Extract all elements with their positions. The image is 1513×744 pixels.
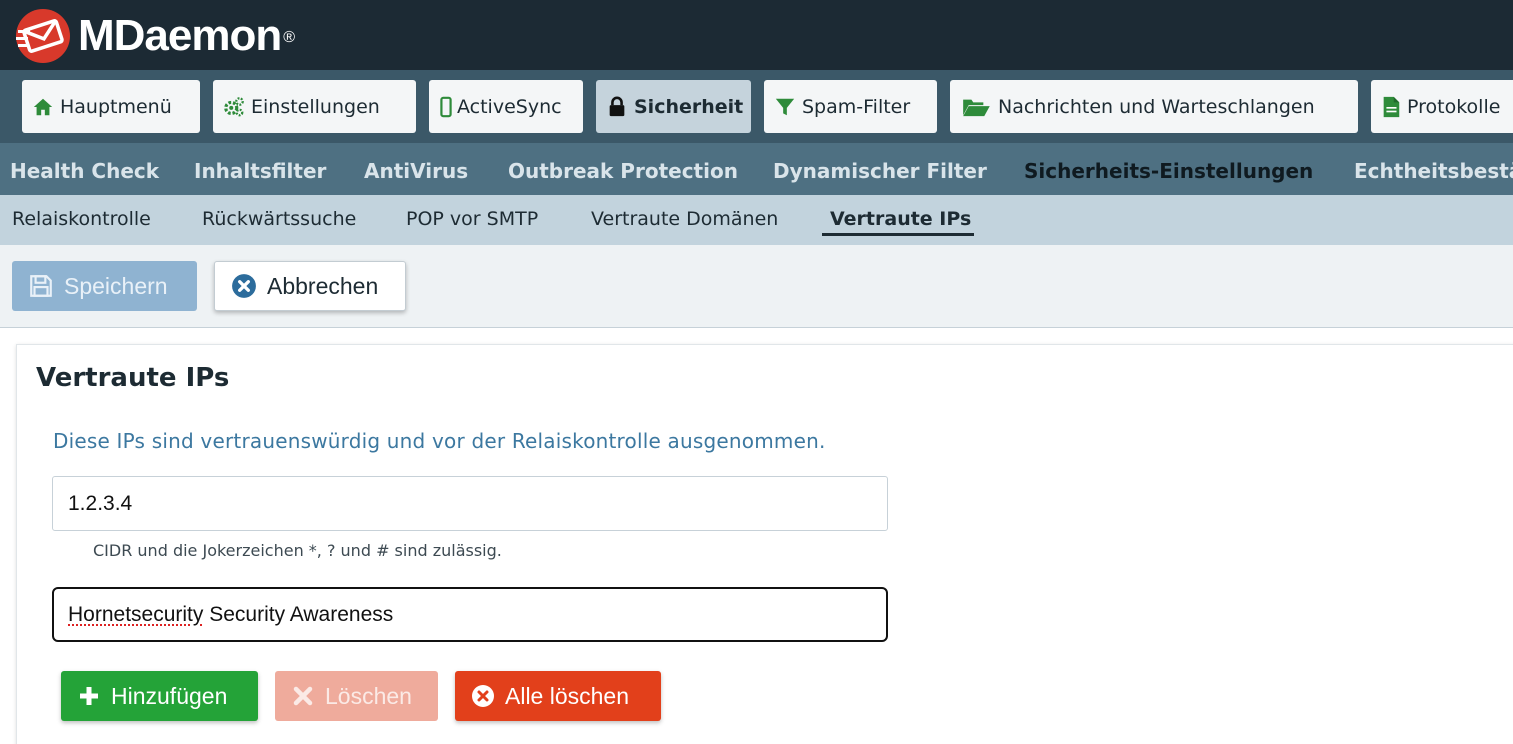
delete-button[interactable]: Löschen xyxy=(275,671,438,721)
brand-text: MDaemon xyxy=(78,11,281,60)
nav-activesync[interactable]: ActiveSync xyxy=(429,80,583,133)
mdaemon-logo[interactable]: MDaemon ® xyxy=(14,8,294,64)
nav-label: Sicherheit xyxy=(634,96,743,118)
nav-protokolle[interactable]: Protokolle xyxy=(1371,80,1513,133)
subnav-health-check[interactable]: Health Check xyxy=(10,143,159,195)
cancel-label: Abbrechen xyxy=(267,273,378,300)
subnav-antivirus[interactable]: AntiVirus xyxy=(364,143,468,195)
subnav-dynamischer-filter[interactable]: Dynamischer Filter xyxy=(773,143,987,195)
mobile-icon xyxy=(439,96,453,118)
section-pop-vor-smtp[interactable]: POP vor SMTP xyxy=(406,195,538,245)
gears-icon xyxy=(223,96,245,118)
security-subnav: Health Check Inhaltsfilter AntiVirus Out… xyxy=(0,143,1513,195)
app-header: MDaemon ® xyxy=(0,0,1513,70)
comment-input[interactable]: Hornetsecurity Security Awareness xyxy=(52,587,888,642)
delete-label: Löschen xyxy=(325,683,412,710)
subnav-outbreak-protection[interactable]: Outbreak Protection xyxy=(508,143,738,195)
floppy-disk-icon xyxy=(28,273,54,299)
folder-open-icon xyxy=(960,96,992,118)
panel-description: Diese IPs sind vertrauenswürdig und vor … xyxy=(53,429,826,453)
envelope-logo-icon xyxy=(14,8,72,64)
save-label: Speichern xyxy=(64,273,168,300)
brand-name: MDaemon ® xyxy=(78,8,294,64)
close-circle-icon xyxy=(231,273,257,299)
subnav-inhaltsfilter[interactable]: Inhaltsfilter xyxy=(194,143,326,195)
ip-format-hint: CIDR und die Jokerzeichen *, ? und # sin… xyxy=(93,541,502,560)
cancel-button[interactable]: Abbrechen xyxy=(214,261,406,311)
nav-label: ActiveSync xyxy=(457,96,562,118)
nav-label: Protokolle xyxy=(1407,96,1500,118)
nav-label: Einstellungen xyxy=(251,96,380,118)
panel-title: Vertraute IPs xyxy=(36,363,229,393)
subnav-echtheitsbestaetigung[interactable]: Echtheitsbestätigung xyxy=(1354,143,1513,195)
delete-all-label: Alle löschen xyxy=(505,683,629,710)
add-label: Hinzufügen xyxy=(111,683,227,710)
subnav-sicherheits-einstellungen[interactable]: Sicherheits-Einstellungen xyxy=(1024,143,1313,195)
main-nav: Hauptmenü Einstellungen ActiveSync Siche… xyxy=(0,70,1513,143)
lock-icon xyxy=(606,96,628,118)
misspelled-word: Hornetsecurity xyxy=(68,603,203,627)
section-vertraute-ips[interactable]: Vertraute IPs xyxy=(830,195,971,245)
section-rueckwaertssuche[interactable]: Rückwärtssuche xyxy=(202,195,356,245)
delete-all-button[interactable]: Alle löschen xyxy=(455,671,661,721)
nav-sicherheit[interactable]: Sicherheit xyxy=(596,80,751,133)
trusted-ips-panel: Vertraute IPs Diese IPs sind vertrauensw… xyxy=(16,344,1513,744)
nav-nachrichten[interactable]: Nachrichten und Warteschlangen xyxy=(950,80,1358,133)
file-icon xyxy=(1381,96,1401,118)
plus-icon xyxy=(77,684,101,708)
section-relaiskontrolle[interactable]: Relaiskontrolle xyxy=(12,195,151,245)
ip-address-input[interactable] xyxy=(52,476,888,531)
nav-label: Spam-Filter xyxy=(802,96,910,118)
section-vertraute-domaenen[interactable]: Vertraute Domänen xyxy=(591,195,778,245)
registered-mark: ® xyxy=(283,29,294,46)
close-circle-icon xyxy=(471,684,495,708)
active-section-underline xyxy=(822,233,974,236)
nav-label: Nachrichten und Warteschlangen xyxy=(998,96,1315,118)
nav-label: Hauptmenü xyxy=(60,96,172,118)
home-icon xyxy=(32,96,54,118)
save-button[interactable]: Speichern xyxy=(12,261,197,311)
action-toolbar: Speichern Abbrechen xyxy=(0,245,1513,328)
x-icon xyxy=(291,684,315,708)
filter-icon xyxy=(774,96,796,118)
comment-text: Security Awareness xyxy=(203,603,393,627)
add-button[interactable]: Hinzufügen xyxy=(61,671,258,721)
nav-einstellungen[interactable]: Einstellungen xyxy=(213,80,416,133)
nav-hauptmenu[interactable]: Hauptmenü xyxy=(22,80,200,133)
nav-spam-filter[interactable]: Spam-Filter xyxy=(764,80,937,133)
section-nav: Relaiskontrolle Rückwärtssuche POP vor S… xyxy=(0,195,1513,245)
